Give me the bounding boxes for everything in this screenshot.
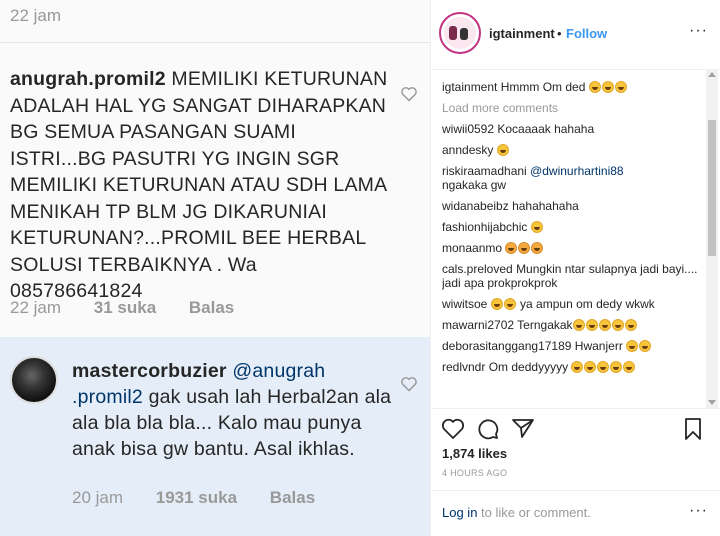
divider [0,42,430,43]
laughing-emoji-icon [614,81,627,93]
list-item: fashionhijabchic [442,220,704,234]
heart-icon[interactable] [400,86,418,102]
comment-username[interactable]: anugrah.promil2 [10,68,166,90]
angry-emoji-icon [518,242,531,254]
comment-screenshot: 22 jam anugrah.promil2 MEMILIKI KETURUNA… [0,0,431,536]
scroll-up-arrow-icon[interactable] [708,72,716,77]
comment-mention[interactable]: @dwinurhartini88 [530,164,624,178]
comment-username[interactable]: mawarni2702 [442,318,514,332]
laughing-emoji-icon [530,221,543,233]
comment-text: anugrah.promil2 MEMILIKI KETURUNAN ADALA… [10,66,390,305]
caption-text: Hmmm Om ded [500,80,586,94]
share-icon[interactable] [511,417,535,441]
comment-username[interactable]: wiwii0592 [442,122,494,136]
comment-username[interactable]: monaanmo [442,241,502,255]
post-header: igtainment • Follow ··· [431,0,720,70]
caption: igtainment Hmmm Om ded [442,80,704,94]
scrollbar[interactable] [706,70,718,408]
avatar[interactable] [439,12,481,54]
laughing-emoji-icon [503,298,516,310]
laughing-emoji-icon [496,144,509,156]
post-sidebar: igtainment • Follow ··· igtainment Hmmm … [431,0,720,536]
separator-dot: • [557,26,562,41]
reply-time: 20 jam [72,488,124,507]
list-item: monaanmo [442,241,704,255]
laughing-emoji-icon [623,361,636,373]
login-footer: Log in to like or comment. ··· [431,490,720,536]
scroll-down-arrow-icon[interactable] [708,400,716,405]
comment-username[interactable]: cals.preloved [442,262,513,276]
list-item: cals.preloved Mungkin ntar sulapnya jadi… [442,262,698,290]
laughing-emoji-icon [588,81,601,93]
angry-emoji-icon [505,242,518,254]
login-prompt: Log in to like or comment. [442,505,591,520]
laughing-emoji-icon [585,319,598,331]
reply-text: mastercorbuzier @anugrah .promil2 gak us… [72,358,392,462]
post-timestamp: 4 HOURS AGO [442,468,508,478]
heart-icon[interactable] [400,376,418,392]
laughing-emoji-icon [626,340,639,352]
laughing-emoji-icon [601,81,614,93]
load-more-comments[interactable]: Load more comments [442,101,704,115]
follow-button[interactable]: Follow [566,26,607,41]
reply-button[interactable]: Balas [270,488,315,507]
reply-button[interactable]: Balas [189,298,234,317]
comment-username[interactable]: anndesky [442,143,493,157]
comment-list[interactable]: igtainment Hmmm Om ded Load more comment… [442,80,704,406]
list-item: redlvndr Om deddyyyyy [442,360,704,374]
comment-time: 22 jam [10,298,62,317]
laughing-emoji-icon [490,298,503,310]
scroll-thumb[interactable] [708,120,716,256]
angry-emoji-icon [531,242,544,254]
reply-likes[interactable]: 1931 suka [156,488,237,507]
list-item: riskiraamadhani @dwinurhartini88 ngakaka … [442,164,624,192]
list-item: wiwii0592 Kocaaaak hahaha [442,122,595,136]
comment-username[interactable]: deborasitanggang17189 [442,339,571,353]
more-options-icon[interactable]: ··· [689,502,708,520]
laughing-emoji-icon [571,361,584,373]
laughing-emoji-icon [572,319,585,331]
laughing-emoji-icon [624,319,637,331]
reply-username[interactable]: mastercorbuzier [72,360,227,382]
caption-username[interactable]: igtainment [442,80,497,94]
more-options-icon[interactable]: ··· [689,22,708,40]
comment-meta: 22 jam 31 suka Balas [10,298,262,318]
laughing-emoji-icon [610,361,623,373]
comment-username[interactable]: widanabeibz [442,199,509,213]
comment-username[interactable]: wiwitsoe [442,297,487,311]
list-item: deborasitanggang17189 Hwanjerr [442,339,704,353]
list-item: widanabeibz hahahahaha [442,199,579,213]
laughing-emoji-icon [611,319,624,331]
previous-comment-time: 22 jam [10,6,62,25]
heart-icon[interactable] [441,417,465,441]
comment-username[interactable]: redlvndr [442,360,485,374]
laughing-emoji-icon [584,361,597,373]
comment-body: MEMILIKI KETURUNAN ADALAH HAL YG SANGAT … [10,68,388,302]
laughing-emoji-icon [598,319,611,331]
laughing-emoji-icon [639,340,652,352]
list-item: anndesky [442,143,704,157]
reply-meta: 20 jam 1931 suka Balas [72,488,343,508]
laughing-emoji-icon [597,361,610,373]
comment-icon[interactable] [476,417,500,441]
bookmark-icon[interactable] [681,417,705,441]
list-item: wiwitsoe ya ampun om dedy wkwk [442,297,655,311]
login-link[interactable]: Log in [442,505,477,520]
header-username[interactable]: igtainment [489,26,555,41]
likes-count[interactable]: 1,874 likes [442,446,507,461]
comment-username[interactable]: riskiraamadhani [442,164,527,178]
action-bar [431,408,720,448]
avatar[interactable] [10,356,58,404]
list-item: mawarni2702 Terngakak [442,318,704,332]
comment-likes[interactable]: 31 suka [94,298,156,317]
comment-username[interactable]: fashionhijabchic [442,220,527,234]
